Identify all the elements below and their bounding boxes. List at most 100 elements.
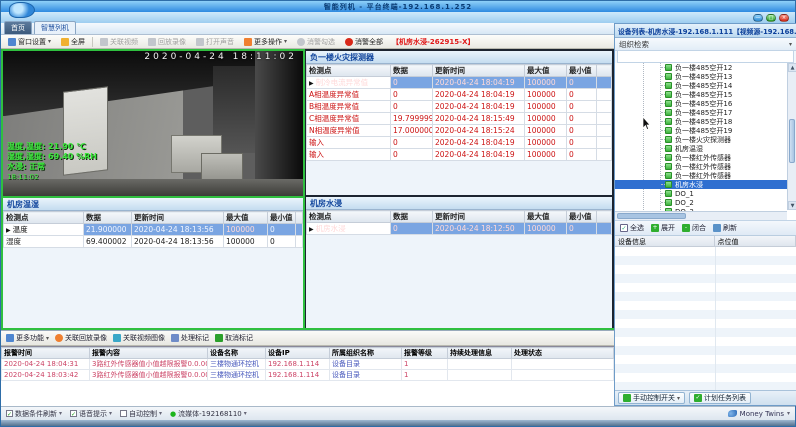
- online-dot-icon: ●: [170, 410, 176, 418]
- device-info-list[interactable]: [615, 247, 796, 390]
- scrollbar-thumb[interactable]: [789, 119, 795, 163]
- table-row[interactable]: 输入02020-04-24 18:04:191000000: [307, 149, 612, 161]
- check-icon: ✓: [694, 394, 702, 402]
- link-video-image-button[interactable]: 关联视频图像: [113, 333, 165, 343]
- table-row[interactable]: C相温度异常值19.7999992020-04-24 18:15:4910000…: [307, 113, 612, 125]
- toolbar-separator: [92, 37, 93, 47]
- stream-media-status[interactable]: ● 流媒体-192168110 ▾: [170, 409, 247, 419]
- table-row[interactable]: A相温度异常值02020-04-24 18:04:191000000: [307, 89, 612, 101]
- collapse-button[interactable]: - 闭合: [682, 223, 706, 233]
- chevron-down-icon: ▾: [284, 38, 287, 45]
- window-bottom-edge: [1, 420, 795, 426]
- open-sound-button[interactable]: 打开声音: [193, 36, 237, 48]
- task-list-button[interactable]: ✓ 计划任务列表: [689, 392, 751, 404]
- table-row[interactable]: B相温度异常值02020-04-24 18:04:191000000: [307, 101, 612, 113]
- device-icon: [665, 190, 672, 197]
- table-row[interactable]: 湿度 69.4000022020-04-24 18:13:56 1000000: [4, 236, 303, 248]
- data-refresh-toggle[interactable]: ✓ 数据条件刷新 ▾: [6, 409, 62, 419]
- device-icon: [665, 100, 672, 107]
- table-row[interactable]: ▶温度 21.9000002020-04-24 18:13:56 1000000: [4, 224, 303, 236]
- col-device-info[interactable]: 设备信息: [615, 236, 715, 246]
- org-search-bar[interactable]: 组织检索 ▾: [615, 38, 796, 51]
- more-icon: [244, 38, 252, 46]
- device-icon: [665, 73, 672, 80]
- checkbox-checked-icon: ✓: [70, 410, 77, 417]
- refresh-icon: [713, 224, 721, 232]
- device-icon: [665, 91, 672, 98]
- tab-bar: 首页 智慧列机: [1, 23, 614, 35]
- window-settings-button[interactable]: 窗口设置 ▾: [5, 36, 54, 48]
- unmark-button[interactable]: 取消标记: [215, 333, 253, 343]
- tree-item[interactable]: DO_2: [615, 198, 796, 207]
- minimize-button[interactable]: —: [753, 14, 763, 22]
- col-time[interactable]: 更新时间: [132, 212, 224, 224]
- expand-button[interactable]: + 展开: [651, 223, 675, 233]
- table-row[interactable]: ▶机房水浸 02020-04-24 18:12:50 1000000: [307, 223, 612, 235]
- table-row[interactable]: N相温度异常值17.0000002020-04-24 18:15:2410000…: [307, 125, 612, 137]
- device-panel-footer: 手动控制开关 ▾ ✓ 计划任务列表: [615, 390, 796, 405]
- tree-item[interactable]: 负一楼红外传感器: [615, 171, 796, 180]
- chevron-down-icon: ▾: [244, 410, 247, 417]
- toggle-icon: [623, 394, 631, 402]
- alarm-row[interactable]: 2020-04-24 18:04:31 3路红外传感器值小值越限报警0.0.00…: [2, 359, 614, 370]
- more-functions-button[interactable]: 更多功能 ▾: [6, 333, 49, 343]
- chevron-down-icon: ▾: [46, 335, 49, 342]
- col-max[interactable]: 最大值: [224, 212, 268, 224]
- mute-all-button[interactable]: 消警全部: [342, 36, 386, 48]
- playback-record-button[interactable]: 回放录像: [145, 36, 189, 48]
- tree-item[interactable]: DO_1: [615, 189, 796, 198]
- row-marker-icon: ▶: [309, 226, 314, 233]
- fullscreen-icon: [61, 38, 69, 46]
- app-window: 智能列机 - 平台终端-192.168.1.252 — □ × 首页 智慧列机 …: [0, 0, 796, 427]
- collapse-icon: -: [682, 224, 690, 232]
- brand-label: Money Twins ▾: [728, 410, 790, 418]
- voice-prompt-toggle[interactable]: ✓ 语音提示 ▾: [70, 409, 112, 419]
- fullscreen-button[interactable]: 全屏: [58, 36, 88, 48]
- col-point-value[interactable]: 点位值: [715, 236, 796, 246]
- video-image-icon: [113, 334, 121, 342]
- table-header-row: 检测点 数据 更新时间 最大值 最小值: [307, 211, 612, 223]
- mute-selected-button[interactable]: 消警勾选: [294, 36, 338, 48]
- tree-vertical-scrollbar[interactable]: ▲ ▼: [787, 63, 796, 210]
- alarm-row[interactable]: 2020-04-24 18:03:42 3路红外传感器值小值越限报警0.0.00…: [2, 370, 614, 381]
- mark-handled-button[interactable]: 处理标记: [171, 333, 209, 343]
- checkbox-empty-icon: [120, 410, 127, 417]
- tree-item-selected[interactable]: 机房水浸: [615, 180, 796, 189]
- title-bar: 智能列机 - 平台终端-192.168.1.252: [1, 1, 795, 12]
- search-input[interactable]: [617, 51, 794, 63]
- chevron-down-icon: ▾: [677, 395, 680, 402]
- table-header-row: 检测点 数据 更新时间 最大值 最小值: [4, 212, 303, 224]
- col-point[interactable]: 检测点: [4, 212, 84, 224]
- refresh-button[interactable]: 刷新: [713, 223, 737, 233]
- device-icon: [665, 64, 672, 71]
- tab-home[interactable]: 首页: [4, 21, 32, 34]
- table-row[interactable]: ▶制冷电流异常值 02020-04-24 18:04:19 1000000: [307, 77, 612, 89]
- auto-control-toggle[interactable]: 自动控制 ▾: [120, 409, 162, 419]
- replay-icon: [55, 334, 63, 342]
- tab-smart-monitor[interactable]: 智慧列机: [34, 21, 76, 34]
- tree-horizontal-scrollbar[interactable]: [615, 211, 787, 220]
- monitor-area: 2020-04-24 18:11:02 温度,温度: 21.90 ℃ 湿度,湿度…: [1, 49, 614, 330]
- camera-view[interactable]: 2020-04-24 18:11:02 温度,温度: 21.90 ℃ 湿度,湿度…: [3, 51, 303, 198]
- link-video-button[interactable]: 关联视频: [97, 36, 141, 48]
- col-min[interactable]: 最小值: [268, 212, 296, 224]
- more-operations-button[interactable]: 更多操作 ▾: [241, 36, 290, 48]
- tree-item[interactable]: 负一楼火灾探测器: [615, 135, 796, 144]
- close-button[interactable]: ×: [779, 14, 789, 22]
- row-marker-icon: ▶: [309, 80, 314, 87]
- osd-humidity: 湿度,湿度: 69.40 %RH: [7, 152, 97, 162]
- scroll-up-icon[interactable]: ▲: [788, 63, 796, 72]
- device-icon: [665, 82, 672, 89]
- scrollbar-thumb[interactable]: [617, 213, 686, 219]
- maximize-button[interactable]: □: [766, 14, 776, 22]
- check-icon: [215, 334, 223, 342]
- select-all-button[interactable]: ✓ 全选: [620, 223, 644, 233]
- expand-icon: +: [651, 224, 659, 232]
- checkbox-icon: ✓: [620, 224, 628, 232]
- link-playback-button[interactable]: 关联回放录像: [55, 333, 107, 343]
- col-data[interactable]: 数据: [84, 212, 132, 224]
- manual-control-button[interactable]: 手动控制开关 ▾: [618, 392, 685, 404]
- table-row[interactable]: 输入02020-04-24 18:04:191000000: [307, 137, 612, 149]
- mute-icon: [297, 38, 305, 46]
- scroll-down-icon[interactable]: ▼: [788, 201, 796, 210]
